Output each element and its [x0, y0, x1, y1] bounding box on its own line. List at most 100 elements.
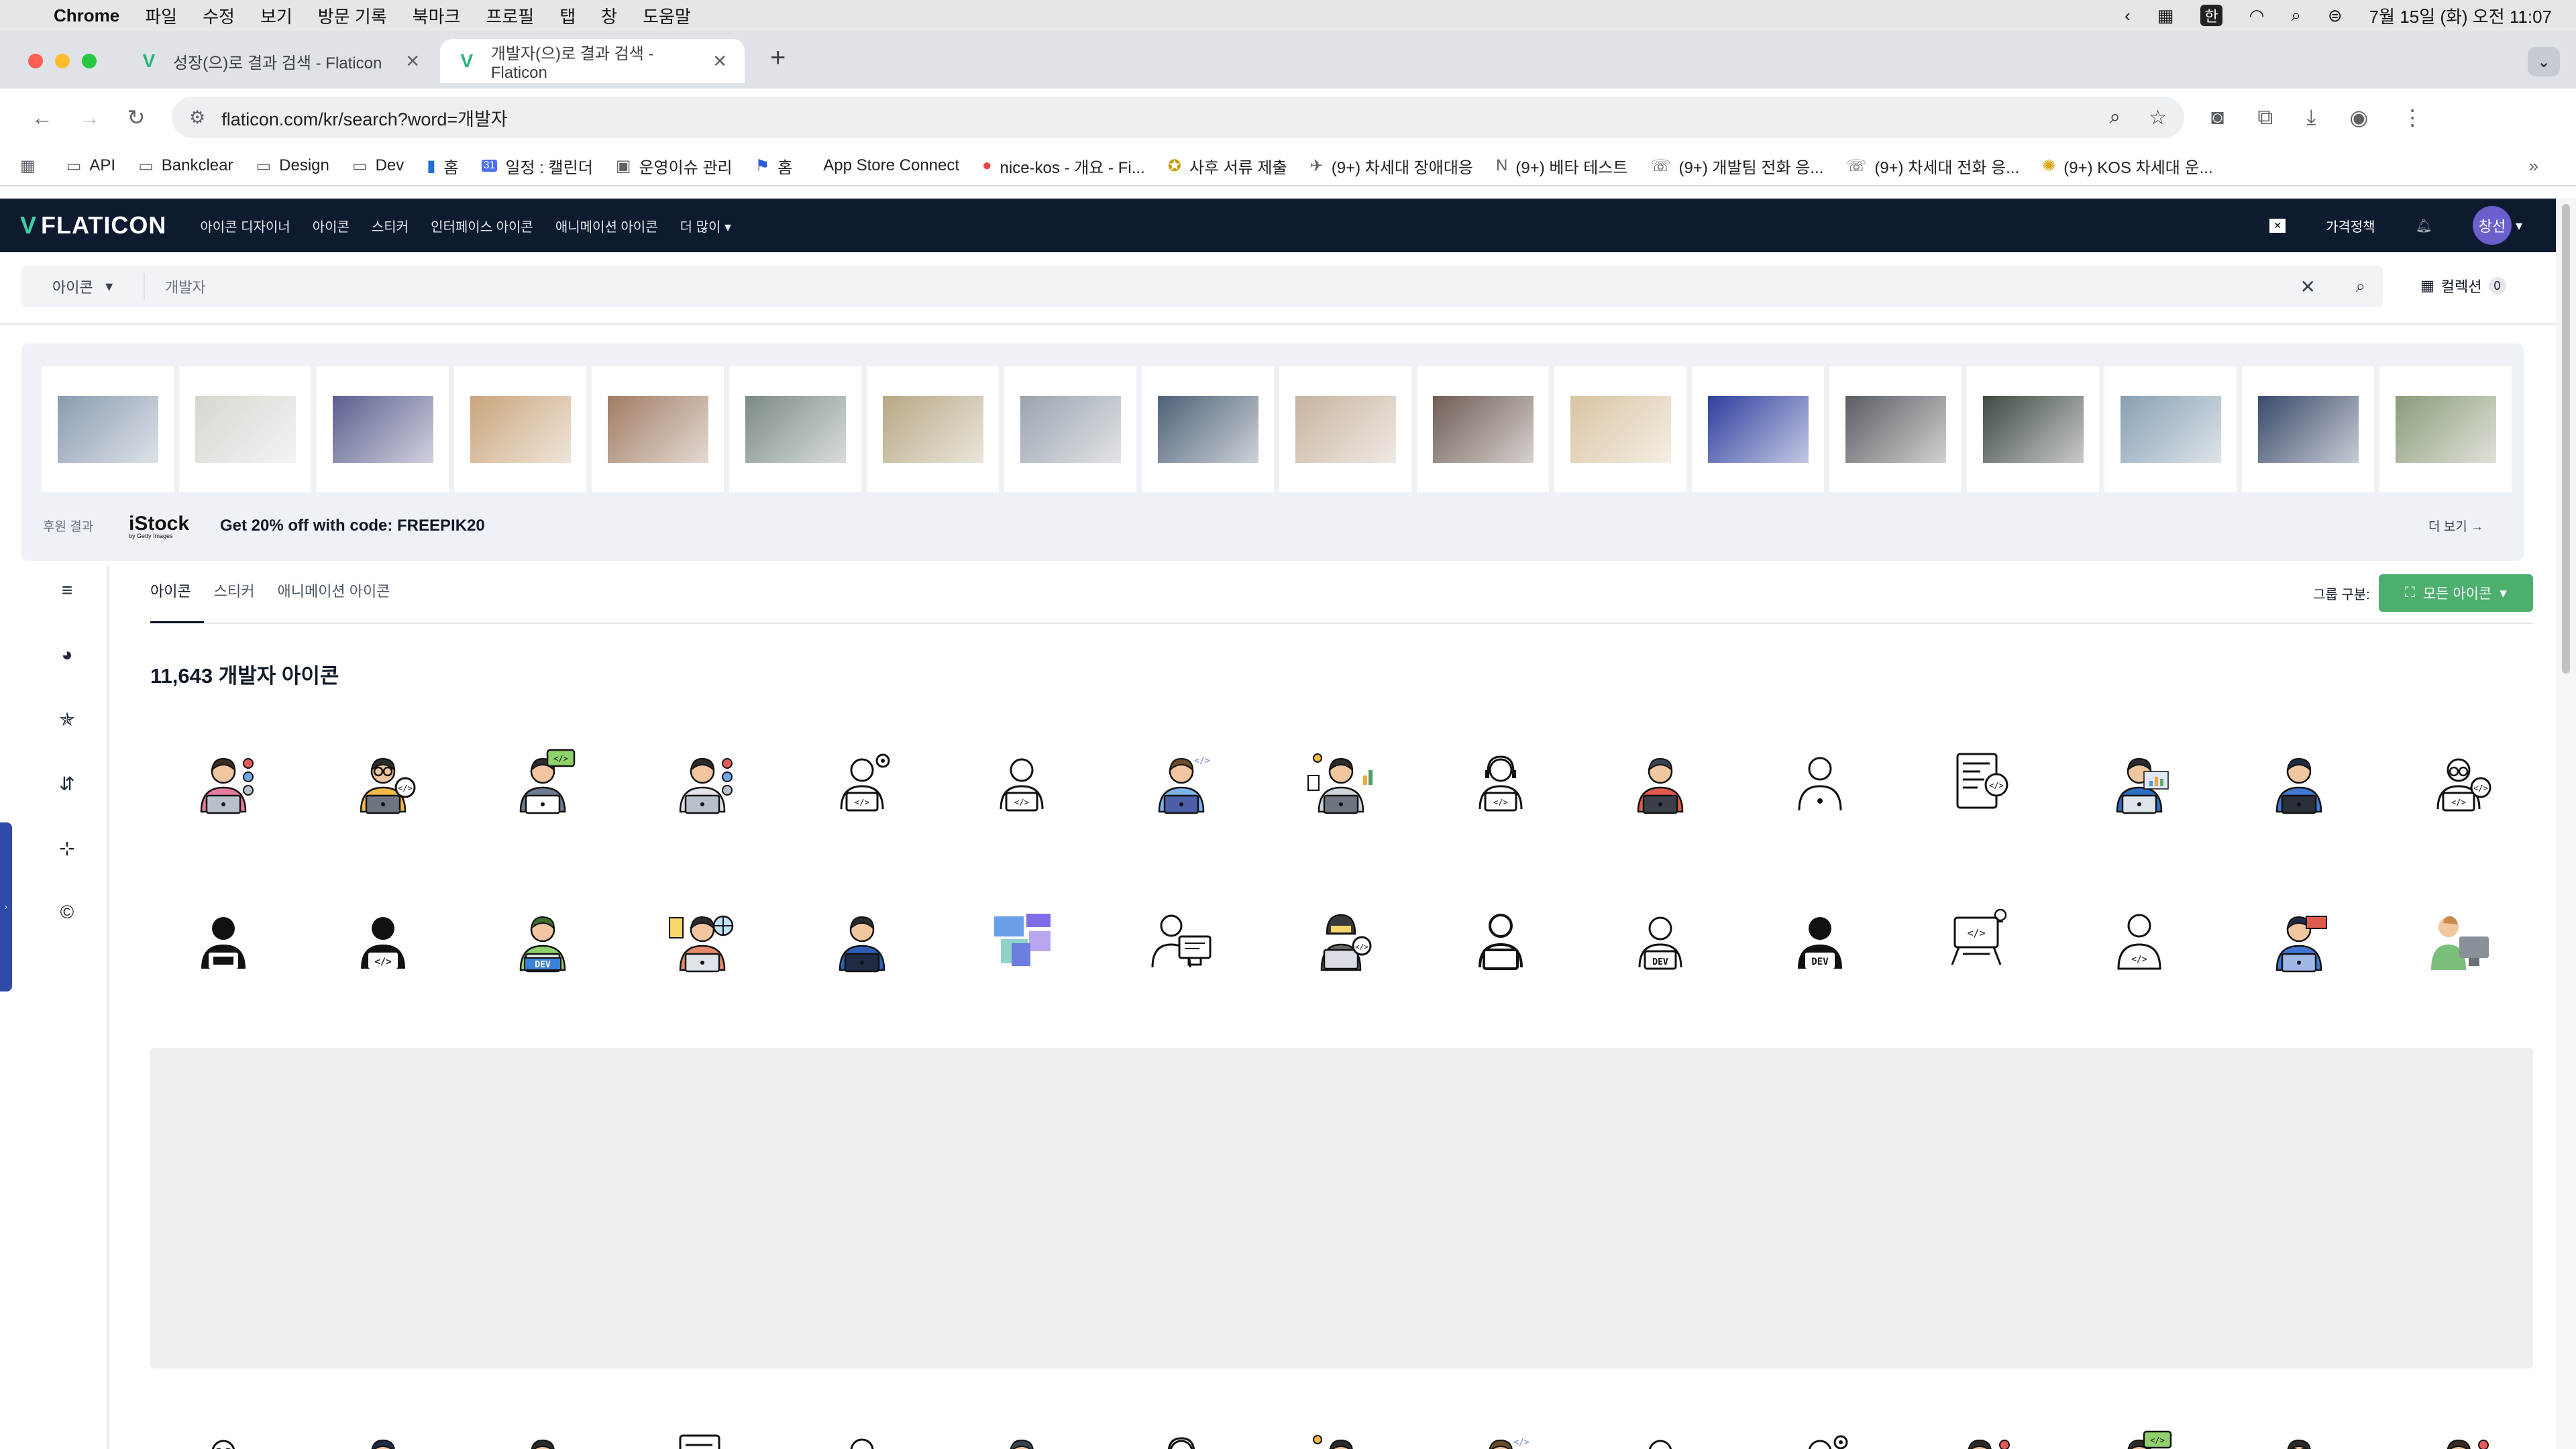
bookmark-next-phone[interactable]: ☏ (9+) 차세대 전화 응... [1846, 154, 2019, 178]
menu-file[interactable]: 파일 [145, 3, 177, 28]
icon-result[interactable]: </> [825, 745, 899, 818]
chevron-left-icon[interactable]: ‹ [2125, 5, 2131, 26]
sponsored-photo-18[interactable] [2379, 366, 2512, 492]
icon-result[interactable]: </> [2102, 903, 2176, 977]
menu-tab[interactable]: 탭 [559, 3, 576, 28]
tab-icons[interactable]: 아이콘 [150, 580, 191, 601]
bookmark-app-store-connect[interactable]: App Store Connect [815, 156, 959, 175]
address-bar[interactable]: ⚙ flaticon.com/kr/search?word=개발자 ⌕ ☆ [172, 97, 2184, 138]
avatar[interactable]: 창선 [2472, 206, 2512, 245]
pricing-link[interactable]: 가격정책 [2326, 216, 2375, 235]
icon-result[interactable]: </></> [186, 1426, 260, 1449]
bookmark-docs[interactable]: ✪ 사후 서류 제출 [1168, 154, 1287, 178]
icon-result[interactable] [1464, 903, 1538, 977]
browser-tab-growth[interactable]: V 성장(으)로 결과 검색 - Flaticon ✕ [122, 39, 437, 83]
see-more-link[interactable]: 더 보기 → [2428, 517, 2483, 535]
icon-result[interactable] [1144, 903, 1218, 977]
icon-result[interactable] [506, 1426, 580, 1449]
menu-profiles[interactable]: 프로필 [486, 3, 534, 28]
sponsored-photo-2[interactable] [179, 366, 311, 492]
sponsored-photo-14[interactable] [1829, 366, 1962, 492]
bookmark-incident[interactable]: ✈ (9+) 차세대 장애대응 [1310, 154, 1473, 178]
bookmark-home[interactable]: ▮ 홈 [427, 154, 458, 178]
nav-interface-icons[interactable]: 인터페이스 아이콘 [431, 216, 533, 235]
tab-animated-icons[interactable]: 애니메이션 아이콘 [277, 580, 390, 601]
menu-window[interactable]: 창 [601, 3, 617, 28]
profile-icon[interactable]: ◉ [2349, 105, 2368, 130]
nav-more[interactable]: 더 많이 ▾ [680, 216, 731, 235]
nav-stickers[interactable]: 스티커 [372, 216, 409, 235]
apps-grid-icon[interactable]: ▦ [20, 156, 44, 176]
search-type-select[interactable]: 아이콘 ▾ [21, 273, 145, 300]
sponsored-photo-10[interactable] [1279, 366, 1411, 492]
bookmark-folder-design[interactable]: ▭ Design [256, 156, 329, 176]
menu-help[interactable]: 도움말 [643, 3, 691, 28]
icon-result[interactable]: </> [985, 745, 1059, 818]
site-info-icon[interactable]: ⚙ [189, 107, 205, 128]
bookmark-nice-kos[interactable]: ● nice-kos - 개요 - Fi... [982, 154, 1145, 178]
collection-button[interactable]: ▦ 컬렉션 0 [2420, 275, 2506, 297]
menu-history[interactable]: 방문 기록 [318, 3, 387, 28]
icon-result[interactable] [346, 1426, 420, 1449]
camera-extension-icon[interactable]: ◙ [2211, 105, 2224, 130]
forward-arrow-icon[interactable]: → [66, 105, 113, 130]
menu-bookmarks[interactable]: 북마크 [413, 3, 461, 28]
bookmark-beta[interactable]: N (9+) 베타 테스트 [1496, 154, 1627, 178]
icon-result[interactable] [2102, 745, 2176, 818]
icon-result[interactable]: </> [1943, 903, 2017, 977]
icon-result[interactable] [825, 903, 899, 977]
icon-result[interactable] [985, 1426, 1059, 1449]
menu-edit[interactable]: 수정 [203, 3, 235, 28]
sponsored-photo-15[interactable] [1967, 366, 2099, 492]
icon-result[interactable] [186, 745, 260, 818]
icon-result[interactable]: </> [1144, 1426, 1218, 1449]
search-icon[interactable]: ⌕ [2355, 276, 2365, 297]
input-method-indicator[interactable]: 한 [2200, 5, 2222, 26]
icon-result[interactable]: DEV [1623, 903, 1697, 977]
notification-bell-icon[interactable]: 🔔︎ [2416, 217, 2432, 234]
icon-result[interactable] [2262, 745, 2336, 818]
extensions-puzzle-icon[interactable]: ⧉ [2257, 105, 2273, 130]
zoom-window-button[interactable] [82, 54, 97, 68]
clear-search-icon[interactable]: ✕ [2300, 276, 2316, 298]
palette-icon[interactable]: ◕ [47, 635, 87, 675]
nav-animated-icons[interactable]: 애니메이션 아이콘 [555, 216, 658, 235]
search-input[interactable]: 개발자 [145, 276, 206, 297]
icon-result[interactable]: </> [1464, 1426, 1538, 1449]
icon-result[interactable] [2422, 1426, 2496, 1449]
icon-result[interactable] [1304, 745, 1378, 818]
sponsored-photo-4[interactable] [454, 366, 586, 492]
icon-result[interactable] [1783, 745, 1857, 818]
tab-search-button[interactable]: ⌄ [2528, 47, 2560, 76]
icon-result[interactable] [985, 903, 1059, 977]
download-icon[interactable]: ⤓ [2306, 105, 2316, 130]
style-star-icon[interactable]: ✯ [47, 699, 87, 739]
sponsored-photo-6[interactable] [729, 366, 861, 492]
nav-icons[interactable]: 아이콘 [313, 216, 350, 235]
bookmark-calendar[interactable]: 31 일정 : 캘린더 [481, 154, 593, 178]
filter-sliders-icon[interactable]: ≡ [47, 570, 87, 610]
sponsored-photo-5[interactable] [592, 366, 724, 492]
minimize-window-button[interactable] [55, 54, 70, 68]
scrollbar-thumb[interactable] [2562, 204, 2570, 674]
bookmark-folder-api[interactable]: ▭ API [66, 156, 115, 176]
icon-result[interactable] [2422, 903, 2496, 977]
sponsored-photo-16[interactable] [2104, 366, 2237, 492]
icon-result[interactable]: </> [665, 1426, 739, 1449]
icon-result[interactable] [1623, 745, 1697, 818]
group-by-button[interactable]: ⛶ 모든 아이콘 ▾ [2379, 574, 2533, 612]
bookmark-folder-dev[interactable]: ▭ Dev [352, 156, 404, 176]
sponsored-photo-13[interactable] [1692, 366, 1824, 492]
icon-result[interactable]: </> [506, 745, 580, 818]
tab-stickers[interactable]: 스티커 [214, 580, 255, 601]
close-window-button[interactable] [28, 54, 43, 68]
page-scrollbar[interactable] [2556, 199, 2576, 1449]
icon-result[interactable]: </> [2262, 1426, 2336, 1449]
promo-text[interactable]: Get 20% off with code: FREEPIK20 [220, 517, 485, 535]
bookmark-kos[interactable]: ✺ (9+) KOS 차세대 운... [2042, 154, 2212, 178]
icon-result[interactable]: </> [1783, 1426, 1857, 1449]
icon-result[interactable]: </> [2102, 1426, 2176, 1449]
nav-icon-designer[interactable]: 아이콘 디자이너 [200, 216, 290, 235]
bookmark-star-icon[interactable]: ☆ [2149, 106, 2167, 129]
control-center-icon[interactable]: ⊜ [2328, 5, 2343, 26]
